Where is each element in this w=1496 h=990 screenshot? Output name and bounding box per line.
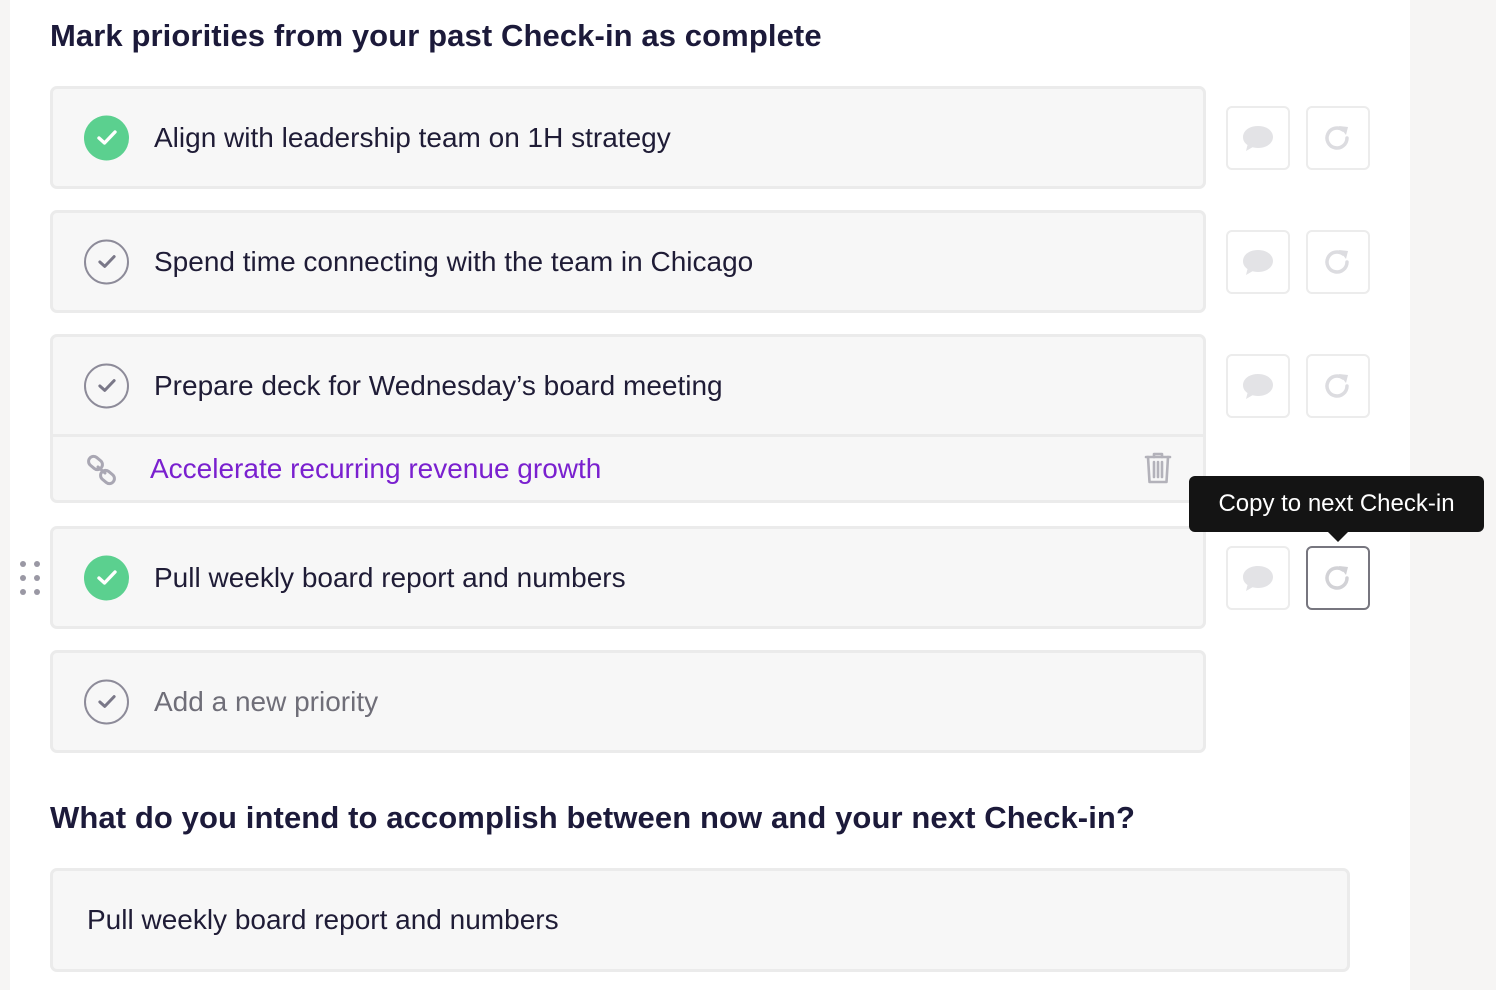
drag-handle-icon[interactable] [19,560,43,601]
check-icon [96,130,117,145]
comment-icon [1243,374,1273,399]
priority-row: Align with leadership team on 1H strateg… [53,89,1203,186]
linked-goal-row: Accelerate recurring revenue growth [53,434,1203,500]
copy-tooltip: Copy to next Check-in [1189,476,1484,542]
check-icon [97,255,116,268]
priority-text[interactable]: Pull weekly board report and numbers [154,562,626,594]
comment-button[interactable] [1226,106,1290,170]
copy-to-next-checkin-button[interactable] [1306,354,1370,418]
tooltip-text: Copy to next Check-in [1218,490,1455,517]
add-priority-card[interactable]: Add a new priority [50,650,1206,753]
comment-button[interactable] [1226,546,1290,610]
comment-icon [1243,126,1273,151]
check-icon [96,570,117,585]
copy-to-next-checkin-button[interactable] [1306,106,1370,170]
linked-goal-link[interactable]: Accelerate recurring revenue growth [150,453,601,485]
priority-text[interactable]: Prepare deck for Wednesday’s board meeti… [154,370,723,402]
priority-row: Spend time connecting with the team in C… [53,213,1203,310]
priority-card: Spend time connecting with the team in C… [50,210,1206,313]
redo-icon [1325,374,1349,398]
past-priorities-heading: Mark priorities from your past Check-in … [50,18,822,53]
add-priority-input[interactable]: Add a new priority [154,686,378,718]
complete-toggle[interactable] [84,115,129,160]
redo-icon [1325,566,1349,590]
redo-icon [1325,250,1349,274]
priority-text[interactable]: Align with leadership team on 1H strateg… [154,122,671,154]
check-icon [97,695,116,708]
comment-icon [1243,250,1273,275]
comment-icon [1243,566,1273,591]
complete-toggle[interactable] [84,363,129,408]
comment-button[interactable] [1226,230,1290,294]
priority-row: Pull weekly board report and numbers [53,529,1203,626]
next-checkin-input[interactable]: Pull weekly board report and numbers [50,868,1350,972]
priority-row: Prepare deck for Wednesday’s board meeti… [53,337,1203,434]
complete-toggle[interactable] [84,555,129,600]
copy-to-next-checkin-button[interactable] [1306,546,1370,610]
redo-icon [1325,126,1349,150]
priority-card: Pull weekly board report and numbers [50,526,1206,629]
comment-button[interactable] [1226,354,1290,418]
complete-toggle[interactable] [84,239,129,284]
copy-to-next-checkin-button[interactable] [1306,230,1370,294]
priority-card: Align with leadership team on 1H strateg… [50,86,1206,189]
complete-toggle[interactable] [84,679,129,724]
priority-card: Prepare deck for Wednesday’s board meeti… [50,334,1206,503]
next-checkin-heading: What do you intend to accomplish between… [50,800,1135,835]
priority-row: Add a new priority [53,653,1203,750]
next-checkin-value[interactable]: Pull weekly board report and numbers [87,904,559,936]
check-icon [97,379,116,392]
link-icon [85,454,119,493]
trash-icon[interactable] [1143,451,1173,490]
priority-text[interactable]: Spend time connecting with the team in C… [154,246,753,278]
